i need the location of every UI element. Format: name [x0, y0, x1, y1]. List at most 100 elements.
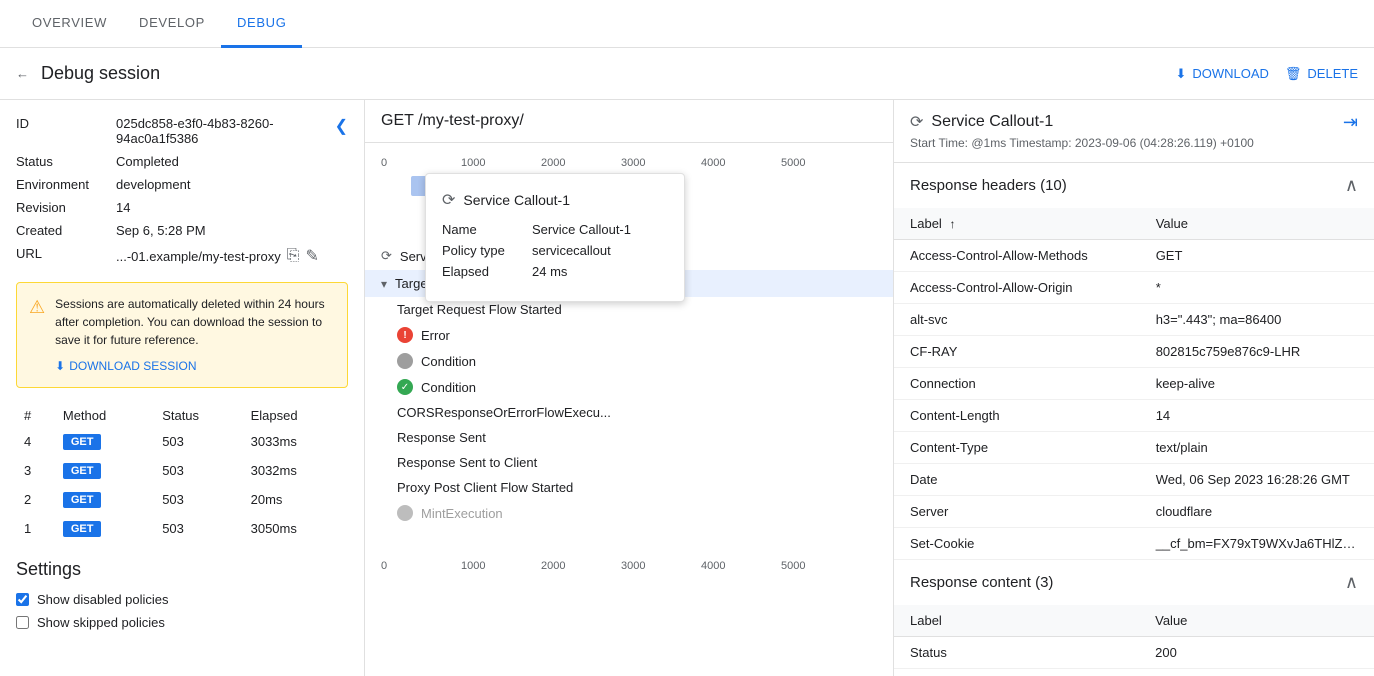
table-row[interactable]: alt-svc h3=".443"; ma=86400 — [894, 304, 1374, 336]
right-panel: ⟳ Service Callout-1 Start Time: @1ms Tim… — [894, 100, 1374, 676]
response-headers-section[interactable]: Response headers (10) ∧ — [894, 163, 1374, 208]
table-row[interactable]: Content-Type text/plain — [894, 432, 1374, 464]
flow-sub-error[interactable]: ! Error — [365, 322, 893, 348]
created-value: Sep 6, 5:28 PM — [116, 223, 206, 238]
response-content-chevron: ∧ — [1345, 572, 1358, 593]
right-panel-info: ⟳ Service Callout-1 Start Time: @1ms Tim… — [910, 112, 1254, 150]
svg-text:2000: 2000 — [541, 157, 565, 169]
response-content-table: Label Value Status 200 Reason phrase OK … — [894, 605, 1374, 676]
svg-text:0: 0 — [381, 560, 387, 572]
flow-sub-condition-green[interactable]: ✓ Condition — [365, 374, 893, 400]
page-title: Debug session — [41, 63, 1175, 84]
table-row[interactable]: Content-Length 14 — [894, 400, 1374, 432]
flow-sub-mint[interactable]: MintExecution — [365, 500, 893, 526]
status-label: Status — [16, 154, 116, 169]
show-disabled-label: Show disabled policies — [37, 592, 169, 607]
download-session-link[interactable]: ⬇ DOWNLOAD SESSION — [55, 357, 335, 375]
table-row[interactable]: Date Wed, 06 Sep 2023 16:28:26 GMT — [894, 464, 1374, 496]
delete-icon: 🗑 — [1285, 66, 1302, 82]
row-id: 1 — [16, 514, 55, 543]
table-row[interactable]: Access-Control-Allow-Origin * — [894, 272, 1374, 304]
show-disabled-row: Show disabled policies — [16, 592, 348, 607]
row-status: 503 — [154, 485, 242, 514]
show-skipped-row: Show skipped policies — [16, 615, 348, 630]
download-button[interactable]: ⬇ DOWNLOAD — [1175, 66, 1268, 82]
rh-value: keep-alive — [1140, 368, 1374, 400]
meta-url: URL ...-01.example/my-test-proxy ⎘ ✎ — [16, 246, 348, 266]
left-panel: ID 025dc858-e3f0-4b83-8260-94ac0a1f5386 … — [0, 100, 365, 676]
response-content-section[interactable]: Response content (3) ∧ — [894, 560, 1374, 605]
download-label: DOWNLOAD — [1192, 66, 1269, 81]
id-label: ID — [16, 116, 116, 146]
tab-debug[interactable]: DEBUG — [221, 0, 302, 48]
condition-gray-dot — [397, 353, 413, 369]
collapse-icon[interactable]: ❮ — [335, 116, 348, 146]
top-nav: OVERVIEW DEVELOP DEBUG — [0, 0, 1374, 48]
meta-id: ID 025dc858-e3f0-4b83-8260-94ac0a1f5386 … — [16, 116, 348, 146]
rh-label: CF-RAY — [894, 336, 1140, 368]
id-value: 025dc858-e3f0-4b83-8260-94ac0a1f5386 — [116, 116, 335, 146]
right-panel-title: ⟳ Service Callout-1 — [910, 112, 1254, 132]
table-row[interactable]: Reason phrase OK — [894, 669, 1374, 676]
rh-label: alt-svc — [894, 304, 1140, 336]
rh-col-value: Value — [1140, 208, 1374, 240]
back-button[interactable]: ← — [16, 66, 29, 81]
rh-value: h3=".443"; ma=86400 — [1140, 304, 1374, 336]
tooltip-name-row: Name Service Callout-1 — [442, 222, 668, 237]
revision-label: Revision — [16, 200, 116, 215]
table-row[interactable]: 4 GET 503 3033ms — [16, 427, 348, 456]
table-row[interactable]: CF-RAY 802815c759e876c9-LHR — [894, 336, 1374, 368]
row-elapsed: 3033ms — [243, 427, 348, 456]
show-skipped-label: Show skipped policies — [37, 615, 165, 630]
table-row[interactable]: Connection keep-alive — [894, 368, 1374, 400]
mint-label: MintExecution — [421, 506, 503, 521]
rh-label: Content-Length — [894, 400, 1140, 432]
service-callout-icon: ⟳ — [910, 112, 923, 132]
delete-button[interactable]: 🗑 DELETE — [1285, 66, 1358, 82]
copy-icon[interactable]: ⎘ — [287, 247, 300, 265]
flow-sub-proxy-post: Proxy Post Client Flow Started — [365, 475, 893, 500]
bottom-timeline-chart: 0 1000 2000 3000 4000 5000 — [381, 554, 881, 584]
table-row[interactable]: 2 GET 503 20ms — [16, 485, 348, 514]
tab-overview[interactable]: OVERVIEW — [16, 0, 123, 48]
cors-label: CORSResponseOrErrorFlowExecu... — [397, 405, 611, 420]
proxy-post-label: Proxy Post Client Flow Started — [397, 480, 573, 495]
rc-col-value: Value — [1139, 605, 1374, 637]
table-row[interactable]: Set-Cookie __cf_bm=FX79xT9WXvJa6THlZIek5… — [894, 528, 1374, 560]
tooltip-callout-icon: ⟳ — [442, 190, 455, 210]
show-skipped-checkbox[interactable] — [16, 616, 29, 629]
svg-text:0: 0 — [381, 157, 387, 169]
settings-section: Settings Show disabled policies Show ski… — [16, 559, 348, 630]
svg-text:2000: 2000 — [541, 560, 565, 572]
main-layout: ID 025dc858-e3f0-4b83-8260-94ac0a1f5386 … — [0, 100, 1374, 676]
flow-sub-condition-gray[interactable]: Condition — [365, 348, 893, 374]
show-disabled-checkbox[interactable] — [16, 593, 29, 606]
timeline-svg-area: 0 1000 2000 3000 4000 5000 ⟳ Service Cal… — [365, 143, 893, 234]
meta-environment: Environment development — [16, 177, 348, 192]
row-method: GET — [55, 514, 154, 543]
rh-label: Set-Cookie — [894, 528, 1140, 560]
flow-sub-response-client: Response Sent to Client — [365, 450, 893, 475]
rc-label: Status — [894, 637, 1139, 669]
table-row[interactable]: 3 GET 503 3032ms — [16, 456, 348, 485]
response-headers-table: Label ↑ Value Access-Control-Allow-Metho… — [894, 208, 1374, 560]
right-panel-expand-icon[interactable]: ⇥ — [1343, 112, 1358, 133]
edit-icon[interactable]: ✎ — [306, 246, 319, 266]
rh-value: text/plain — [1140, 432, 1374, 464]
response-sent-label: Response Sent — [397, 430, 486, 445]
table-row[interactable]: Access-Control-Allow-Methods GET — [894, 240, 1374, 272]
tab-develop[interactable]: DEVELOP — [123, 0, 221, 48]
table-row[interactable]: Server cloudflare — [894, 496, 1374, 528]
table-row[interactable]: 1 GET 503 3050ms — [16, 514, 348, 543]
sort-icon[interactable]: ↑ — [949, 217, 955, 231]
warning-icon: ⚠ — [29, 297, 45, 375]
row-elapsed: 3032ms — [243, 456, 348, 485]
rh-value: * — [1140, 272, 1374, 304]
header-bar: ← Debug session ⬇ DOWNLOAD 🗑 DELETE — [0, 48, 1374, 100]
table-row[interactable]: Status 200 — [894, 637, 1374, 669]
download-icon: ⬇ — [1175, 66, 1186, 82]
environment-label: Environment — [16, 177, 116, 192]
rh-value: GET — [1140, 240, 1374, 272]
alert-text: Sessions are automatically deleted withi… — [55, 295, 335, 375]
flow-condition-green-label: Condition — [421, 380, 476, 395]
